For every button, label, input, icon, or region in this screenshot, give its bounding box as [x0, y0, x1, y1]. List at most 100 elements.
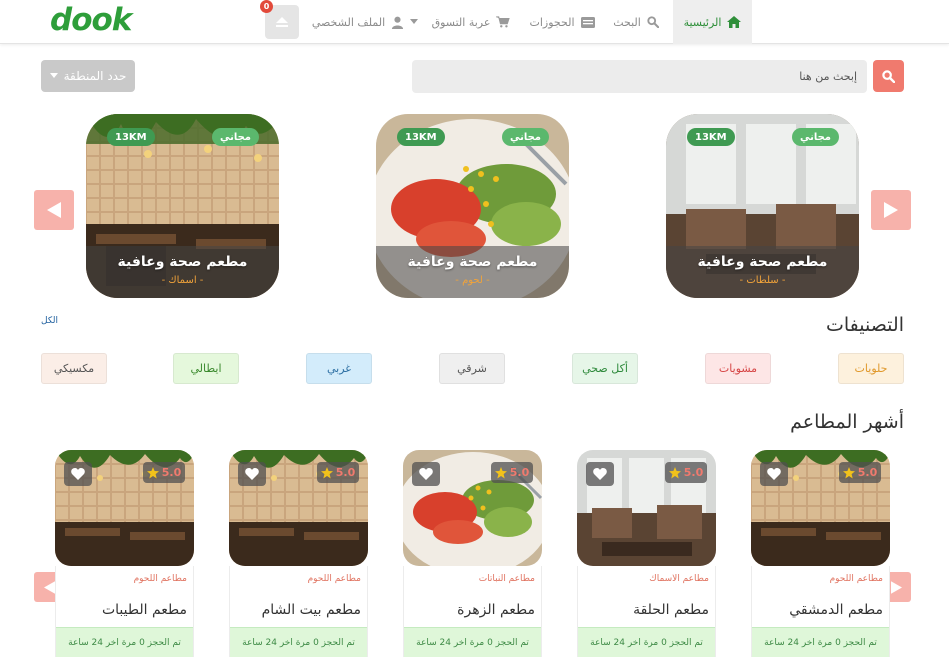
restaurant-booking-status: تم الحجز 0 مرة اخر 24 ساعة: [404, 627, 541, 657]
notifications-badge: 0: [260, 0, 273, 13]
restaurant-booking-status: تم الحجز 0 مرة اخر 24 ساعة: [752, 627, 889, 657]
restaurant-name: مطعم بيت الشام: [261, 602, 361, 618]
search-input[interactable]: [412, 60, 867, 93]
star-icon: [320, 466, 333, 478]
nav-bookings-label: الحجوزات: [529, 15, 575, 29]
favorite-button[interactable]: [586, 462, 614, 486]
nav-profile[interactable]: الملف الشخصي: [310, 0, 420, 44]
restaurant-body: مطاعم اللحوم مطعم بيت الشام تم الحجز 0 م…: [229, 566, 368, 657]
heart-icon: [593, 468, 607, 480]
region-label: حدد المنطقة: [63, 69, 127, 83]
rating-badge: 5.0: [665, 462, 707, 483]
star-icon: [494, 466, 507, 478]
restaurant-body: مطاعم اللحوم مطعم الطيبات تم الحجز 0 مرة…: [55, 566, 194, 657]
heart-icon: [71, 468, 85, 480]
restaurant-booking-status: تم الحجز 0 مرة اخر 24 ساعة: [56, 627, 193, 657]
nav-search[interactable]: البحث: [606, 0, 666, 44]
search-icon: [882, 69, 895, 83]
restaurant-category: مطاعم النباتات: [478, 574, 535, 584]
category-chip[interactable]: مشويات: [705, 353, 771, 384]
nav-bookings[interactable]: الحجوزات: [524, 0, 600, 44]
free-badge: مجاني: [501, 128, 549, 146]
arrow-right-icon: [884, 202, 898, 218]
featured-name: مطعم صحة وعافية: [117, 254, 248, 270]
arrow-left-icon: [47, 202, 61, 218]
restaurant-category: مطاعم اللحوم: [307, 574, 361, 584]
featured-name: مطعم صحة وعافية: [697, 254, 828, 270]
featured-next-button[interactable]: [871, 190, 911, 230]
favorite-button[interactable]: [238, 462, 266, 486]
notifications-button[interactable]: 0: [260, 0, 299, 39]
restaurant-booking-status: تم الحجز 0 مرة اخر 24 ساعة: [578, 627, 715, 657]
categories-all-link[interactable]: الكل: [41, 316, 58, 326]
home-icon: [727, 16, 742, 28]
featured-name: مطعم صحة وعافية: [407, 254, 538, 270]
rating-value: 5.0: [335, 466, 356, 479]
category-chip[interactable]: شرقي: [439, 353, 505, 384]
restaurant-category: مطاعم اللحوم: [133, 574, 187, 584]
featured-card[interactable]: مجاني 13KM مطعم صحة وعافية - سلطات -: [666, 114, 859, 298]
list-icon: [580, 16, 595, 28]
distance-badge: 13KM: [107, 128, 155, 146]
featured-card[interactable]: مجاني 13KM مطعم صحة وعافية - لحوم -: [376, 114, 569, 298]
category-chip[interactable]: أكل صحي: [572, 353, 638, 384]
favorite-button[interactable]: [64, 462, 92, 486]
restaurant-body: مطاعم الاسماك مطعم الحلقة تم الحجز 0 مرة…: [577, 566, 716, 657]
restaurant-card[interactable]: 5.0 مطاعم اللحوم مطعم الطيبات تم الحجز 0…: [55, 450, 194, 657]
featured-category: - اسماك -: [161, 275, 204, 286]
category-chip[interactable]: غربي: [306, 353, 372, 384]
restaurant-body: مطاعم اللحوم مطعم الدمشقي تم الحجز 0 مرة…: [751, 566, 890, 657]
chevron-down-icon: [410, 19, 419, 24]
favorite-button[interactable]: [760, 462, 788, 486]
star-icon: [146, 466, 159, 478]
rating-value: 5.0: [509, 466, 530, 479]
rating-badge: 5.0: [317, 462, 359, 483]
nav-profile-label: الملف الشخصي: [311, 15, 386, 29]
favorite-button[interactable]: [412, 462, 440, 486]
restaurant-name: مطعم الطيبات: [101, 602, 187, 618]
cart-icon: [496, 16, 511, 28]
star-icon: [668, 466, 681, 478]
restaurant-category: مطاعم الاسماك: [649, 574, 709, 584]
category-chip[interactable]: حلويات: [838, 353, 904, 384]
nav-home-label: الرئيسية: [683, 15, 722, 29]
heart-icon: [245, 468, 259, 480]
restaurant-name: مطعم الحلقة: [633, 602, 709, 618]
region-dropdown[interactable]: حدد المنطقة: [41, 60, 135, 92]
category-chip[interactable]: ايطالي: [173, 353, 239, 384]
eject-icon: [276, 17, 288, 27]
featured-category: - سلطات -: [739, 275, 786, 286]
restaurant-card[interactable]: 5.0 مطاعم الاسماك مطعم الحلقة تم الحجز 0…: [577, 450, 716, 657]
restaurant-card[interactable]: 5.0 مطاعم النباتات مطعم الزهرة تم الحجز …: [403, 450, 542, 657]
heart-icon: [767, 468, 781, 480]
popular-title: أشهر المطاعم: [790, 411, 904, 433]
rating-value: 5.0: [683, 466, 704, 479]
dook-logo[interactable]: dook: [50, 2, 132, 38]
nav-home[interactable]: الرئيسية: [673, 0, 752, 44]
user-icon: [392, 16, 404, 29]
star-icon: [842, 466, 855, 478]
arrow-left-icon: [43, 580, 55, 594]
featured-prev-button[interactable]: [34, 190, 74, 230]
categories-title: التصنيفات: [825, 314, 904, 336]
restaurant-name: مطعم الدمشقي: [789, 602, 883, 618]
featured-card[interactable]: مجاني 13KM مطعم صحة وعافية - اسماك -: [86, 114, 279, 298]
rating-badge: 5.0: [839, 462, 881, 483]
rating-value: 5.0: [857, 466, 878, 479]
search-button[interactable]: [873, 60, 904, 92]
free-badge: مجاني: [211, 128, 259, 146]
category-chip[interactable]: مكسيكي: [41, 353, 107, 384]
arrow-right-icon: [890, 580, 902, 594]
nav-cart[interactable]: عربة التسوق: [428, 0, 514, 44]
restaurant-name: مطعم الزهرة: [457, 602, 535, 618]
restaurant-category: مطاعم اللحوم: [829, 574, 883, 584]
restaurant-card[interactable]: 5.0 مطاعم اللحوم مطعم الدمشقي تم الحجز 0…: [751, 450, 890, 657]
restaurant-body: مطاعم النباتات مطعم الزهرة تم الحجز 0 مر…: [403, 566, 542, 657]
top-navbar: dook الملف الشخصي عربة التسوق الحجوزات ا…: [0, 0, 949, 44]
featured-category: - لحوم -: [455, 275, 490, 286]
rating-badge: 5.0: [491, 462, 533, 483]
restaurant-card[interactable]: 5.0 مطاعم اللحوم مطعم بيت الشام تم الحجز…: [229, 450, 368, 657]
chevron-down-icon: [49, 73, 58, 78]
nav-search-label: البحث: [613, 15, 641, 29]
rating-badge: 5.0: [143, 462, 185, 483]
